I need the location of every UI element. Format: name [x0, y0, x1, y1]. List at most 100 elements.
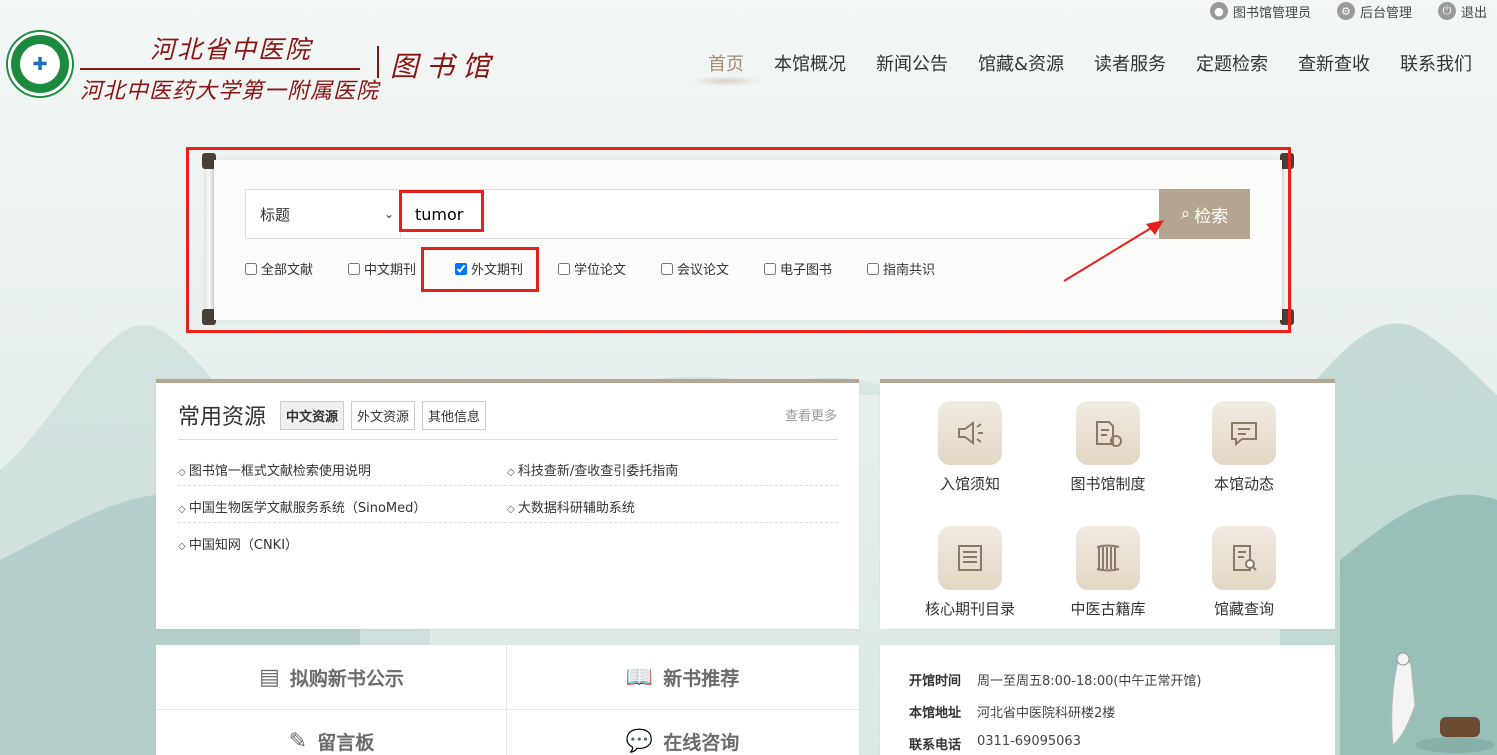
quick-link-rules[interactable]: 图书馆制度	[1048, 401, 1168, 494]
open-book-icon: 📖	[625, 664, 654, 690]
type-ebooks-checkbox[interactable]	[764, 262, 776, 275]
top-utility-bar: ● 图书馆管理员 ⚙ 后台管理 ⏻ 退出	[1209, 0, 1487, 22]
tab-other-info[interactable]: 其他信息	[422, 401, 487, 430]
view-more-link[interactable]: 查看更多	[785, 405, 837, 424]
chevron-down-icon: ⌄	[383, 207, 394, 221]
type-all-checkbox[interactable]	[245, 262, 257, 275]
quick-link-label: 中医古籍库	[1070, 600, 1146, 618]
resource-link[interactable]: 中国知网（CNKI）	[178, 534, 298, 553]
type-theses[interactable]: 学位论文	[558, 259, 661, 278]
nav-collections[interactable]: 馆藏&资源	[963, 50, 1079, 76]
speaker-icon	[938, 401, 1002, 465]
scroll-icon	[1076, 526, 1140, 590]
message-icon	[1212, 401, 1276, 465]
nav-topic-search[interactable]: 定题检索	[1181, 50, 1283, 76]
row-divider	[178, 522, 838, 523]
resources-title: 常用资源	[178, 405, 267, 430]
online-consult-label: 在线咨询	[663, 731, 740, 754]
new-book-recommend-link[interactable]: 📖 新书推荐	[507, 645, 858, 709]
type-all[interactable]: 全部文献	[245, 259, 348, 278]
gear-icon: ⚙	[1336, 2, 1355, 20]
quick-access-panel: 入馆须知 图书馆制度 本馆动态 核心期刊目录 中医古籍库 馆藏查询	[880, 379, 1335, 629]
type-theses-checkbox[interactable]	[558, 262, 570, 275]
quick-link-label: 本馆动态	[1213, 475, 1274, 493]
type-chinese-journals-checkbox[interactable]	[348, 262, 360, 275]
message-board-link[interactable]: ✎ 留言板	[156, 709, 507, 755]
opening-hours-row: 开馆时间 周一至周五8:00-18:00(中午正常开馆)	[909, 670, 1202, 689]
search-button[interactable]: ⌕ 检索	[1159, 189, 1250, 239]
brand-separator	[377, 46, 379, 78]
search-icon: ⌕	[1180, 204, 1191, 224]
logout-link[interactable]: ⏻ 退出	[1437, 2, 1487, 21]
library-title: 图书馆	[390, 50, 499, 83]
type-guidelines-checkbox[interactable]	[867, 262, 879, 275]
nav-novelty-search[interactable]: 查新查收	[1283, 50, 1385, 76]
message-board-label: 留言板	[317, 731, 375, 754]
info-key: 本馆地址	[909, 706, 962, 721]
quick-link-label: 核心期刊目录	[924, 600, 1015, 618]
nav-overview[interactable]: 本馆概况	[759, 50, 861, 76]
resource-link[interactable]: 大数据科研辅助系统	[507, 497, 635, 516]
user-label: 图书馆管理员	[1232, 5, 1311, 21]
phone-row: 联系电话 0311-69095063	[909, 734, 1081, 753]
new-book-recommend-label: 新书推荐	[663, 667, 740, 690]
edit-icon: ✎	[288, 728, 308, 754]
chat-icon: 💬	[625, 728, 654, 754]
type-conference-papers[interactable]: 会议论文	[661, 259, 764, 278]
search-field-value: 标题	[260, 205, 291, 224]
search-button-label: 检索	[1194, 206, 1229, 227]
nav-home[interactable]: 首页	[688, 50, 763, 86]
quick-link-ancient-books[interactable]: 中医古籍库	[1048, 526, 1168, 619]
folder-star-icon	[1076, 401, 1140, 465]
resource-link[interactable]: 图书馆一框式文献检索使用说明	[178, 460, 371, 479]
power-icon: ⏻	[1437, 2, 1456, 20]
document-search-icon	[1212, 526, 1276, 590]
type-foreign-journals-checkbox[interactable]	[455, 262, 467, 275]
type-guidelines[interactable]: 指南共识	[867, 259, 970, 278]
address-row: 本馆地址 河北省中医院科研楼2楼	[909, 702, 1115, 721]
cell-divider	[506, 645, 507, 755]
brand-title: 河北省中医院 河北中医药大学第一附属医院	[80, 30, 379, 105]
quick-link-core-journals[interactable]: 核心期刊目录	[910, 526, 1030, 619]
resources-tabs: 中文资源 外文资源 其他信息	[280, 401, 487, 430]
bottom-links-panel: ▤ 拟购新书公示 📖 新书推荐 ✎ 留言板 💬 在线咨询	[156, 645, 859, 755]
user-icon: ●	[1209, 2, 1228, 20]
quick-link-label: 图书馆制度	[1070, 475, 1146, 493]
info-key: 开馆时间	[909, 674, 962, 689]
brand-rule	[80, 68, 360, 70]
type-ebooks[interactable]: 电子图书	[764, 259, 867, 278]
type-foreign-journals[interactable]: 外文期刊	[455, 259, 558, 278]
nav-reader-services[interactable]: 读者服务	[1079, 50, 1181, 76]
logout-label: 退出	[1460, 5, 1487, 21]
info-key: 联系电话	[909, 738, 962, 753]
main-nav: 首页 本馆概况 新闻公告 馆藏&资源 读者服务 定题检索 查新查收 联系我们	[688, 50, 1487, 86]
online-consult-link[interactable]: 💬 在线咨询	[507, 709, 858, 755]
logo-emblem-icon: ✚	[20, 44, 60, 84]
resources-divider	[178, 439, 838, 440]
quick-link-admission[interactable]: 入馆须知	[910, 401, 1030, 494]
quick-link-catalog-search[interactable]: 馆藏查询	[1184, 526, 1304, 619]
quick-link-news[interactable]: 本馆动态	[1184, 401, 1304, 494]
tab-chinese-resources[interactable]: 中文资源	[280, 401, 345, 430]
resource-link[interactable]: 科技查新/查收查引委托指南	[507, 460, 678, 479]
info-value: 0311-69095063	[977, 734, 1081, 749]
admin-label: 后台管理	[1359, 5, 1412, 21]
tab-foreign-resources[interactable]: 外文资源	[351, 401, 416, 430]
common-resources-panel: 常用资源 中文资源 外文资源 其他信息 查看更多 图书馆一框式文献检索使用说明 …	[156, 379, 859, 629]
nav-news[interactable]: 新闻公告	[861, 50, 963, 76]
brand-line1: 河北省中医院	[150, 35, 313, 64]
type-chinese-journals[interactable]: 中文期刊	[348, 259, 455, 278]
hospital-logo[interactable]: ✚	[8, 32, 72, 96]
new-book-purchase-link[interactable]: ▤ 拟购新书公示	[156, 645, 507, 709]
nav-contact[interactable]: 联系我们	[1385, 50, 1487, 76]
user-link[interactable]: ● 图书馆管理员	[1209, 2, 1311, 21]
info-value: 周一至周五8:00-18:00(中午正常开馆)	[977, 674, 1202, 689]
type-conference-papers-checkbox[interactable]	[661, 262, 673, 275]
list-board-icon: ▤	[259, 664, 280, 690]
document-type-filters: 全部文献 中文期刊 外文期刊 学位论文 会议论文 电子图书 指南共识	[245, 259, 970, 278]
search-field-select[interactable]: 标题 ⌄	[246, 190, 401, 238]
admin-link[interactable]: ⚙ 后台管理	[1336, 2, 1412, 21]
list-icon	[938, 526, 1002, 590]
new-book-purchase-label: 拟购新书公示	[289, 667, 404, 690]
resource-link[interactable]: 中国生物医学文献服务系统（SinoMed）	[178, 497, 427, 516]
